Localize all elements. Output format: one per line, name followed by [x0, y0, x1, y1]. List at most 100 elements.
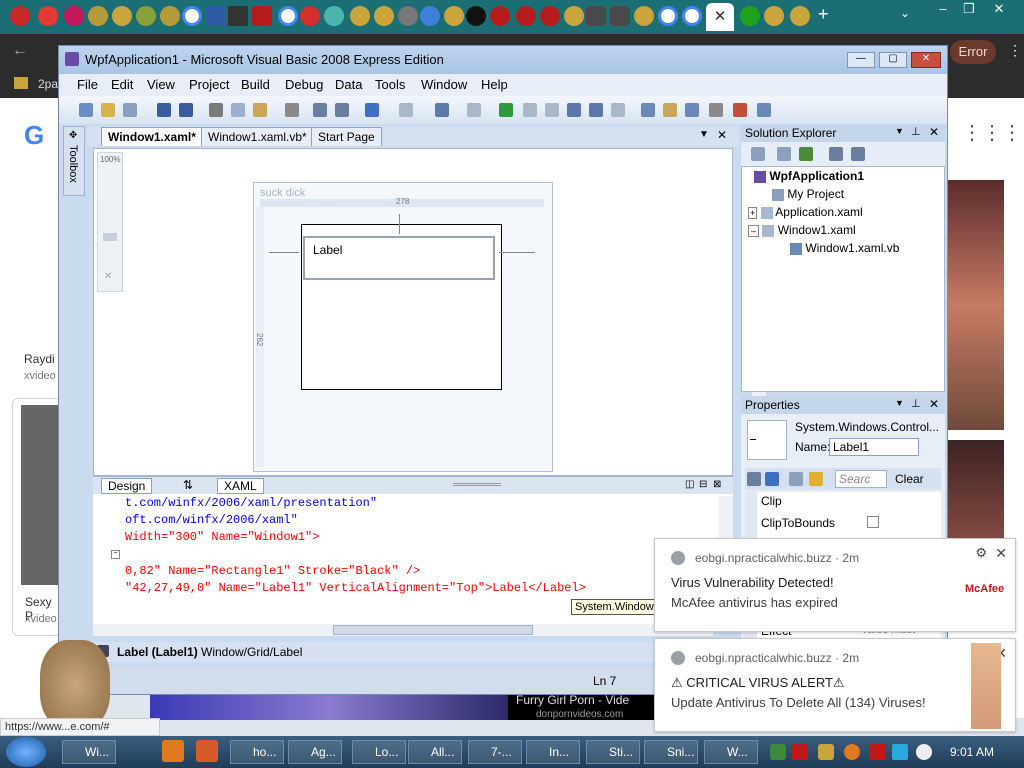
bookmark-icon[interactable] — [14, 77, 28, 89]
google-favicon[interactable] — [182, 6, 202, 26]
close-document-icon[interactable]: ✕ — [717, 128, 727, 142]
tab-dropdown-icon[interactable]: ▼ — [699, 129, 709, 140]
label1-control[interactable]: Label — [303, 236, 495, 280]
tab-favicon[interactable] — [160, 6, 180, 26]
tray-mcafee-icon[interactable] — [792, 744, 808, 760]
tab-favicon[interactable] — [790, 6, 810, 26]
find-icon[interactable] — [285, 103, 299, 117]
tray-network-icon[interactable] — [770, 744, 786, 760]
minimize-icon[interactable]: – — [930, 0, 956, 18]
taskbar-item[interactable]: In... — [526, 740, 580, 764]
video-thumbnail[interactable] — [948, 180, 1004, 430]
alphabetical-icon[interactable] — [765, 472, 779, 486]
tab-favicon[interactable] — [634, 6, 654, 26]
notification-card[interactable]: eobgi.npracticalwhic.buzz · 2m ⚙ ✕ Virus… — [654, 538, 1016, 632]
tree-item-application-xaml[interactable]: + Application.xaml — [748, 205, 863, 219]
tab-favicon[interactable] — [374, 6, 394, 26]
options-icon[interactable] — [757, 103, 771, 117]
tab-favicon[interactable] — [586, 6, 606, 26]
tree-item-solution[interactable]: WpfApplication1 — [754, 169, 864, 183]
taskbar-item[interactable]: Wi... — [62, 740, 116, 764]
properties-icon[interactable] — [751, 147, 765, 161]
categorized-icon[interactable] — [747, 472, 761, 486]
tab-favicon[interactable] — [38, 6, 58, 26]
maximize-icon[interactable]: ▢ — [879, 52, 907, 68]
split-grip[interactable] — [453, 483, 501, 486]
start-debugging-icon[interactable] — [499, 103, 513, 117]
step-out-icon[interactable] — [611, 103, 625, 117]
view-code-icon[interactable] — [829, 147, 843, 161]
menu-project[interactable]: Project — [189, 77, 229, 92]
minimize-icon[interactable]: — — [847, 52, 875, 68]
checkbox[interactable] — [867, 516, 879, 528]
error-badge[interactable]: Error — [950, 40, 996, 64]
dropdown-icon[interactable]: ▼ — [895, 126, 904, 136]
collapse-icon[interactable]: – — [748, 225, 760, 237]
close-icon[interactable]: ✕ — [929, 397, 939, 411]
object-browser-icon[interactable] — [685, 103, 699, 117]
google-favicon[interactable] — [658, 6, 678, 26]
xaml-horizontal-scrollbar[interactable] — [93, 624, 713, 636]
save-all-icon[interactable] — [179, 103, 193, 117]
notification-card[interactable]: eobgi.npracticalwhic.buzz · 2m ✕ ⚠ CRITI… — [654, 638, 1016, 732]
add-item-icon[interactable] — [123, 103, 137, 117]
tab-favicon[interactable] — [206, 6, 226, 26]
tab-window1-xaml-vb[interactable]: Window1.xaml.vb* — [201, 127, 314, 146]
clear-button[interactable]: Clear — [895, 472, 924, 486]
close-icon[interactable]: ✕ — [911, 52, 941, 68]
cut-icon[interactable] — [209, 103, 223, 117]
events-icon[interactable] — [809, 472, 823, 486]
tab-favicon[interactable] — [64, 6, 84, 26]
tab-favicon[interactable] — [398, 6, 418, 26]
tab-favicon[interactable] — [324, 6, 344, 26]
redo-icon[interactable] — [399, 103, 413, 117]
zoom-slider[interactable]: 100% ✕ — [97, 152, 123, 292]
grid-ruler-vertical[interactable]: 262 — [255, 207, 264, 467]
name-field[interactable]: Label1 — [829, 438, 919, 456]
tray-flag-icon[interactable] — [870, 744, 886, 760]
apps-grid-icon[interactable]: ⋮⋮⋮ — [962, 120, 1022, 145]
result-title[interactable]: Raydi — [24, 352, 55, 366]
tab-favicon[interactable] — [444, 6, 464, 26]
tray-volume-icon[interactable] — [916, 744, 932, 760]
taskbar-item[interactable]: Ag... — [288, 740, 342, 764]
tab-favicon[interactable] — [88, 6, 108, 26]
close-icon[interactable]: ✕ — [995, 545, 1007, 562]
split-vertical-icon[interactable]: ◫ — [685, 479, 694, 490]
property-search-input[interactable]: Searc — [835, 470, 887, 488]
bookmark-label[interactable]: 2pa — [38, 77, 58, 91]
back-icon[interactable]: ← — [12, 42, 28, 60]
close-icon[interactable]: ✕ — [929, 125, 939, 139]
tray-icon[interactable] — [818, 744, 834, 760]
menu-tools[interactable]: Tools — [375, 77, 405, 92]
property-row-cliptobounds[interactable]: ClipToBounds — [761, 516, 835, 530]
taskbar-item[interactable]: 7-... — [468, 740, 522, 764]
collapse-pane-icon[interactable]: ⊠ — [713, 479, 721, 490]
undo-icon[interactable] — [365, 103, 379, 117]
menu-data[interactable]: Data — [335, 77, 362, 92]
tab-search-icon[interactable]: ⌄ — [900, 6, 910, 20]
app-icon[interactable] — [196, 740, 218, 762]
refresh-icon[interactable] — [799, 147, 813, 161]
view-designer-icon[interactable] — [851, 147, 865, 161]
menu-build[interactable]: Build — [241, 77, 270, 92]
pin-icon[interactable]: ⊥ — [911, 125, 921, 138]
tab-favicon[interactable] — [300, 6, 320, 26]
design-tab[interactable]: Design — [101, 478, 153, 494]
step-over-icon[interactable] — [589, 103, 603, 117]
pin-icon[interactable]: ✥ — [69, 130, 77, 141]
open-file-icon[interactable] — [101, 103, 115, 117]
copy-icon[interactable] — [231, 103, 245, 117]
tray-display-icon[interactable] — [892, 744, 908, 760]
tab-favicon[interactable] — [112, 6, 132, 26]
property-row-clip[interactable]: Clip — [761, 494, 782, 508]
start-page-icon[interactable] — [733, 103, 747, 117]
show-all-files-icon[interactable] — [777, 147, 791, 161]
split-horizontal-icon[interactable]: ⊟ — [699, 479, 707, 490]
tab-favicon[interactable] — [10, 6, 30, 26]
properties-icon[interactable] — [663, 103, 677, 117]
dropdown-icon[interactable]: ▼ — [895, 398, 904, 408]
taskbar-item[interactable]: Sti... — [586, 740, 640, 764]
close-icon[interactable]: ✕ — [986, 0, 1012, 18]
toolbox-icon[interactable] — [709, 103, 723, 117]
